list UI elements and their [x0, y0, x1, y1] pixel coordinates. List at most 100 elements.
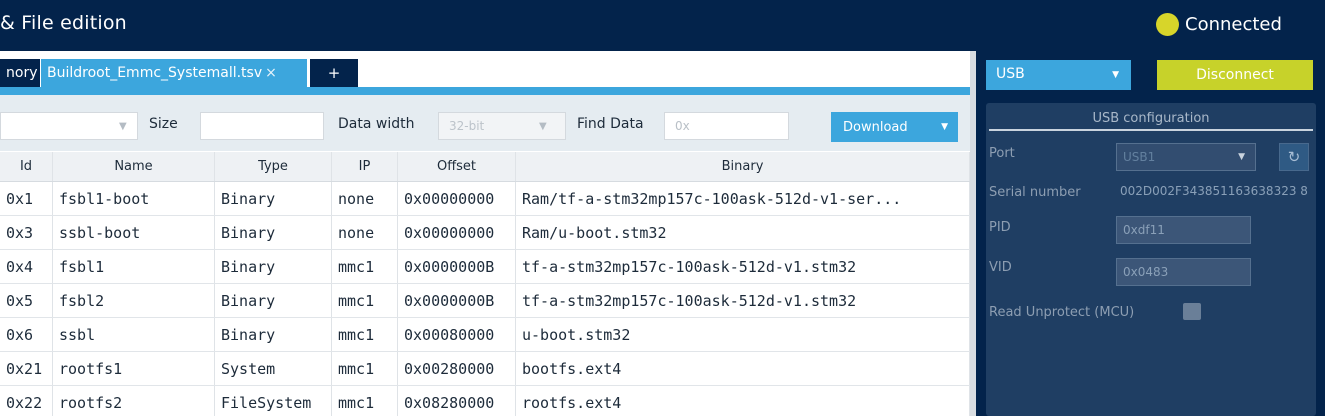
pid-field[interactable]: 0xdf11 [1116, 216, 1251, 244]
cell-type: Binary [215, 284, 332, 317]
refresh-icon[interactable]: ↻ [1279, 143, 1309, 171]
table-row[interactable]: 0x21 rootfs1 System mmc1 0x00280000 boot… [0, 352, 970, 386]
disconnect-button-label: Disconnect [1196, 67, 1274, 83]
close-icon[interactable]: × [265, 65, 277, 81]
pid-label: PID [989, 220, 1011, 235]
interface-select-value: USB [996, 66, 1025, 82]
cell-ip: mmc1 [332, 250, 398, 283]
chevron-down-icon[interactable]: ▼ [941, 122, 948, 132]
cell-name: rootfs2 [53, 386, 215, 416]
disconnect-button[interactable]: Disconnect [1157, 60, 1313, 90]
cell-offset: 0x00000000 [398, 216, 516, 249]
cell-offset: 0x00080000 [398, 318, 516, 351]
data-width-label: Data width [338, 116, 415, 132]
find-data-placeholder: 0x [675, 119, 690, 133]
toolbar: ▼ Size Data width 32-bit ▼ Find Data 0x [0, 95, 970, 151]
cell-name: fsbl1 [53, 250, 215, 283]
cell-name: ssbl-boot [53, 216, 215, 249]
pid-value: 0xdf11 [1123, 223, 1165, 237]
read-unprotect-label: Read Unprotect (MCU) [989, 305, 1135, 320]
cell-id: 0x1 [0, 182, 53, 215]
cell-id: 0x6 [0, 318, 53, 351]
status-dot-icon [1156, 13, 1179, 36]
table-header: Id Name Type IP Offset Binary [0, 152, 970, 182]
data-width-select[interactable]: 32-bit ▼ [438, 112, 566, 140]
cell-ip: mmc1 [332, 352, 398, 385]
tab-memory[interactable]: nory [0, 59, 40, 87]
cell-type: Binary [215, 250, 332, 283]
table-row[interactable]: 0x5 fsbl2 Binary mmc1 0x0000000B tf-a-st… [0, 284, 970, 318]
cell-id: 0x4 [0, 250, 53, 283]
size-input[interactable] [200, 112, 324, 140]
cell-type: Binary [215, 318, 332, 351]
chevron-down-icon: ▼ [1238, 152, 1245, 162]
tab-memory-label: nory [6, 65, 38, 81]
column-header-binary[interactable]: Binary [516, 152, 970, 181]
port-label: Port [989, 146, 1015, 161]
tab-bar: nory Buildroot_Emmc_Systemall.tsv × + [0, 51, 976, 87]
size-label: Size [149, 116, 178, 132]
plus-icon: + [327, 64, 341, 82]
cell-type: Binary [215, 216, 332, 249]
cell-type: Binary [215, 182, 332, 215]
chevron-down-icon: ▼ [1112, 70, 1119, 80]
serial-number-label: Serial number [989, 185, 1081, 200]
divider [989, 129, 1313, 131]
table-row[interactable]: 0x3 ssbl-boot Binary none 0x00000000 Ram… [0, 216, 970, 250]
find-data-input[interactable]: 0x [664, 112, 789, 140]
column-header-ip[interactable]: IP [332, 152, 398, 181]
address-select[interactable]: ▼ [0, 112, 138, 140]
cell-offset: 0x00000000 [398, 182, 516, 215]
usb-configuration-title: USB configuration [1092, 111, 1210, 126]
column-header-type[interactable]: Type [215, 152, 332, 181]
table-row[interactable]: 0x1 fsbl1-boot Binary none 0x00000000 Ra… [0, 182, 970, 216]
cell-binary: bootfs.ext4 [516, 352, 970, 385]
cell-id: 0x21 [0, 352, 53, 385]
interface-select[interactable]: USB ▼ [986, 60, 1131, 90]
tab-tsv-file-label: Buildroot_Emmc_Systemall.tsv [47, 65, 263, 81]
cell-ip: none [332, 182, 398, 215]
cell-name: fsbl1-boot [53, 182, 215, 215]
cell-binary: tf-a-stm32mp157c-100ask-512d-v1.stm32 [516, 250, 970, 283]
table-row[interactable]: 0x6 ssbl Binary mmc1 0x00080000 u-boot.s… [0, 318, 970, 352]
vid-label: VID [989, 260, 1012, 275]
cell-name: ssbl [53, 318, 215, 351]
cell-binary: Ram/u-boot.stm32 [516, 216, 970, 249]
column-header-name[interactable]: Name [53, 152, 215, 181]
chevron-down-icon: ▼ [539, 121, 547, 132]
cell-id: 0x3 [0, 216, 53, 249]
download-button-label: Download [843, 119, 908, 135]
cell-ip: mmc1 [332, 284, 398, 317]
port-select-value: USB1 [1123, 150, 1156, 164]
connection-status-label: Connected [1185, 14, 1282, 35]
app-window: & File edition Connected nory Buildroot_… [0, 0, 1325, 416]
connection-status: Connected [1156, 13, 1282, 36]
cell-type: FileSystem [215, 386, 332, 416]
cell-id: 0x22 [0, 386, 53, 416]
find-data-label: Find Data [577, 116, 644, 132]
serial-number-value: 002D002F343851163638323 8 [1120, 184, 1308, 198]
column-header-id[interactable]: Id [0, 152, 53, 181]
cell-type: System [215, 352, 332, 385]
vid-field[interactable]: 0x0483 [1116, 258, 1251, 286]
tab-tsv-file[interactable]: Buildroot_Emmc_Systemall.tsv × [41, 59, 307, 87]
table-row[interactable]: 0x4 fsbl1 Binary mmc1 0x0000000B tf-a-st… [0, 250, 970, 284]
cell-offset: 0x0000000B [398, 284, 516, 317]
chevron-down-icon: ▼ [119, 121, 127, 132]
table-row[interactable]: 0x22 rootfs2 FileSystem mmc1 0x08280000 … [0, 386, 970, 416]
read-unprotect-checkbox[interactable] [1183, 303, 1201, 320]
cell-binary: rootfs.ext4 [516, 386, 970, 416]
column-header-offset[interactable]: Offset [398, 152, 516, 181]
cell-name: fsbl2 [53, 284, 215, 317]
usb-configuration-panel: USB configuration Port USB1 ▼ ↻ Serial n… [986, 103, 1316, 416]
window-title: & File edition [0, 12, 127, 34]
cell-binary: Ram/tf-a-stm32mp157c-100ask-512d-v1-ser.… [516, 182, 970, 215]
add-tab-button[interactable]: + [310, 59, 358, 87]
download-button[interactable]: Download ▼ [831, 112, 958, 142]
cell-offset: 0x0000000B [398, 250, 516, 283]
cell-ip: mmc1 [332, 386, 398, 416]
main-panel: nory Buildroot_Emmc_Systemall.tsv × + ▼ … [0, 51, 976, 416]
vid-value: 0x0483 [1123, 265, 1169, 279]
cell-binary: tf-a-stm32mp157c-100ask-512d-v1.stm32 [516, 284, 970, 317]
port-select[interactable]: USB1 ▼ [1116, 143, 1256, 171]
